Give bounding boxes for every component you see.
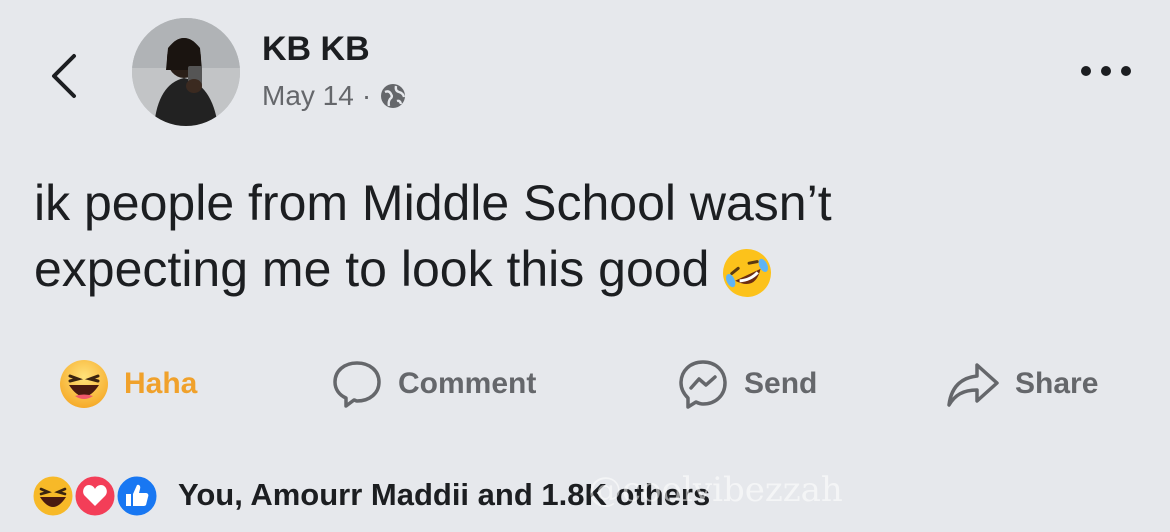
send-button[interactable]: Send bbox=[676, 352, 817, 416]
haha-button[interactable]: Haha bbox=[58, 352, 197, 416]
comment-button[interactable]: Comment bbox=[330, 352, 536, 416]
comment-icon bbox=[333, 361, 381, 408]
post-text-line-1: ik people from Middle School wasn’t bbox=[34, 175, 832, 231]
reaction-icons bbox=[30, 470, 164, 520]
like-icon bbox=[114, 473, 160, 519]
chevron-left-icon bbox=[52, 54, 76, 98]
share-button[interactable]: Share bbox=[945, 352, 1098, 416]
share-icon bbox=[947, 363, 999, 407]
rolling-on-floor-laughing-emoji bbox=[723, 248, 772, 297]
post-date[interactable]: May 14 bbox=[262, 80, 354, 112]
more-dots-icon bbox=[1081, 66, 1131, 76]
back-button[interactable] bbox=[44, 50, 84, 102]
post-text-line-2: expecting me to look this good bbox=[34, 236, 1134, 303]
globe-icon bbox=[381, 84, 406, 108]
comment-label: Comment bbox=[398, 367, 537, 400]
messenger-icon bbox=[679, 360, 727, 409]
post-meta: May 14 · bbox=[262, 80, 407, 112]
send-label: Send bbox=[744, 367, 818, 400]
meta-separator: · bbox=[361, 80, 372, 111]
share-label: Share bbox=[1015, 367, 1099, 400]
post-text-line-2-text: expecting me to look this good bbox=[34, 241, 710, 297]
haha-label: Haha bbox=[124, 367, 198, 400]
love-icon bbox=[72, 473, 118, 519]
avatar[interactable] bbox=[132, 18, 240, 126]
haha-icon bbox=[60, 360, 108, 408]
author-name[interactable]: KB KB bbox=[262, 30, 370, 69]
post-text: ik people from Middle School wasn’t expe… bbox=[34, 170, 1134, 303]
watermark: @coolvibezzah bbox=[588, 470, 843, 510]
more-options-button[interactable] bbox=[1078, 56, 1134, 86]
action-bar: Haha Comment Send Share bbox=[0, 352, 1170, 416]
haha-icon bbox=[30, 473, 76, 519]
